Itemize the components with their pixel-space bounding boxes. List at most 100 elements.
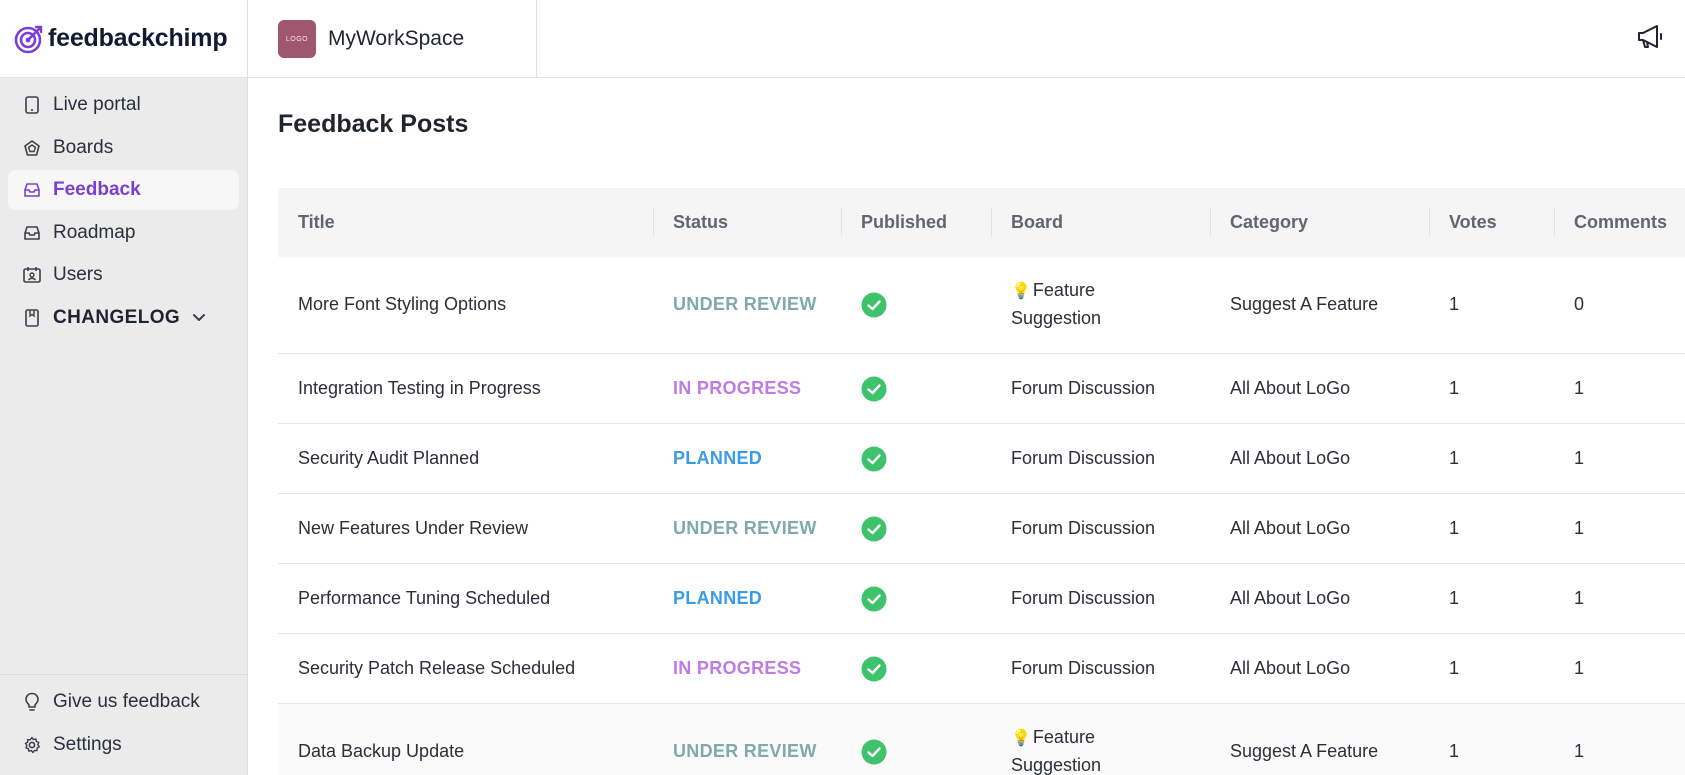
workspace-name: MyWorkSpace [328,27,465,50]
sidebar-item-label: CHANGELOG [53,306,181,328]
post-title[interactable]: New Features Under Review [278,493,653,564]
column-header-votes[interactable]: Votes [1429,188,1554,257]
table-row[interactable]: Integration Testing in Progress IN PROGR… [278,353,1685,424]
published-check-icon [861,292,887,318]
feedback-table: Title Status Published Board Category Vo… [278,188,1685,775]
published-check-icon [861,586,887,612]
workspace-logo: LOGO [278,20,316,58]
comments-cell: 0 [1554,257,1685,354]
column-header-board[interactable]: Board [991,188,1210,257]
column-header-status[interactable]: Status [653,188,841,257]
sidebar: feedbackchimp Live portal Boards Feedbac… [0,0,248,775]
status-badge: UNDER REVIEW [673,517,817,538]
settings-link[interactable]: Settings [8,725,240,765]
post-title[interactable]: Integration Testing in Progress [278,353,653,424]
comments-cell: 1 [1554,703,1685,775]
votes-cell: 1 [1429,563,1554,634]
category-cell: All About LoGo [1210,353,1429,424]
comments-cell: 1 [1554,493,1685,564]
give-feedback-link[interactable]: Give us feedback [8,682,240,722]
status-badge: PLANNED [673,447,763,468]
board-cell: Forum Discussion [991,563,1210,634]
topbar: LOGO MyWorkSpace [248,0,1685,78]
post-title[interactable]: Data Backup Update [278,703,653,775]
chevron-down-icon[interactable] [192,310,208,326]
sidebar-item-boards[interactable]: Boards [8,128,239,168]
brand[interactable]: feedbackchimp [0,0,247,78]
sidebar-item-label: Users [53,264,103,285]
published-check-icon [861,516,887,542]
table-row[interactable]: Performance Tuning Scheduled PLANNED For… [278,563,1685,634]
board-cell: Forum Discussion [991,633,1210,704]
post-title[interactable]: Performance Tuning Scheduled [278,563,653,634]
published-check-icon [861,376,887,402]
sidebar-item-feedback[interactable]: Feedback [8,170,239,210]
workspace-logo-text: LOGO [285,35,309,43]
users-icon [23,266,41,284]
tablet-icon [23,96,41,114]
column-header-comments[interactable]: Comments [1554,188,1685,257]
book-icon [23,308,41,327]
board-cell: Forum Discussion [991,353,1210,424]
published-check-icon [861,656,887,682]
sidebar-item-users[interactable]: Users [8,255,239,295]
sidebar-item-roadmap[interactable]: Roadmap [8,213,239,253]
comments-cell: 1 [1554,353,1685,424]
status-badge: IN PROGRESS [673,657,802,678]
column-header-title[interactable]: Title [278,188,653,257]
page-title: Feedback Posts [278,110,469,138]
sidebar-item-label: Roadmap [53,221,136,243]
category-cell: All About LoGo [1210,493,1429,564]
sidebar-nav: Live portal Boards Feedback Roadmap User… [0,78,247,338]
votes-cell: 1 [1429,353,1554,424]
sidebar-item-label: Feedback [53,179,141,200]
workspace-switcher[interactable]: LOGO MyWorkSpace [248,0,537,78]
board-cell: 💡 Feature Suggestion [991,257,1210,354]
sidebar-item-live-portal[interactable]: Live portal [8,85,239,125]
votes-cell: 1 [1429,423,1554,494]
status-badge: IN PROGRESS [673,377,802,398]
table-row[interactable]: More Font Styling Options UNDER REVIEW 💡… [278,257,1685,354]
sidebar-item-changelog[interactable]: CHANGELOG [8,298,239,338]
table-row[interactable]: New Features Under Review UNDER REVIEW F… [278,493,1685,564]
votes-cell: 1 [1429,257,1554,354]
table-row[interactable]: Security Patch Release Scheduled IN PROG… [278,633,1685,704]
sidebar-item-label: Settings [53,733,122,755]
inbox-icon [23,181,41,199]
boards-icon [23,139,41,157]
published-check-icon [861,446,887,472]
gear-icon [23,736,41,754]
column-header-published[interactable]: Published [841,188,991,257]
sidebar-item-label: Live portal [53,94,141,115]
table-row[interactable]: Security Audit Planned PLANNED Forum Dis… [278,423,1685,494]
lightbulb-icon: 💡 [1011,729,1031,747]
post-title[interactable]: More Font Styling Options [278,257,653,354]
category-cell: Suggest A Feature [1210,257,1429,354]
target-logo-icon [14,25,43,53]
table-row[interactable]: Data Backup Update UNDER REVIEW 💡 Feature… [278,703,1685,775]
sidebar-bottom: Give us feedback Settings [0,674,248,775]
status-badge: UNDER REVIEW [673,740,817,761]
board-name: Feature [1032,280,1095,301]
post-title[interactable]: Security Audit Planned [278,423,653,494]
votes-cell: 1 [1429,633,1554,704]
category-cell: All About LoGo [1210,423,1429,494]
status-badge: PLANNED [673,587,763,608]
inbox-icon [23,224,41,242]
sidebar-item-label: Boards [53,136,114,158]
post-title[interactable]: Security Patch Release Scheduled [278,633,653,704]
comments-cell: 1 [1554,633,1685,704]
table-header: Title Status Published Board Category Vo… [278,188,1685,257]
published-check-icon [861,739,887,765]
category-cell: Suggest A Feature [1210,703,1429,775]
brand-name: feedbackchimp [48,24,228,52]
megaphone-icon[interactable] [1635,22,1665,52]
board-cell: Forum Discussion [991,423,1210,494]
board-cell: Forum Discussion [991,493,1210,564]
votes-cell: 1 [1429,703,1554,775]
column-header-category[interactable]: Category [1210,188,1429,257]
main-content: Feedback Posts Title Status Published Bo… [248,78,1685,775]
lightbulb-icon: 💡 [1011,283,1031,301]
board-name-cont: Suggestion [1011,308,1102,329]
board-cell: 💡 Feature Suggestion [991,703,1210,775]
